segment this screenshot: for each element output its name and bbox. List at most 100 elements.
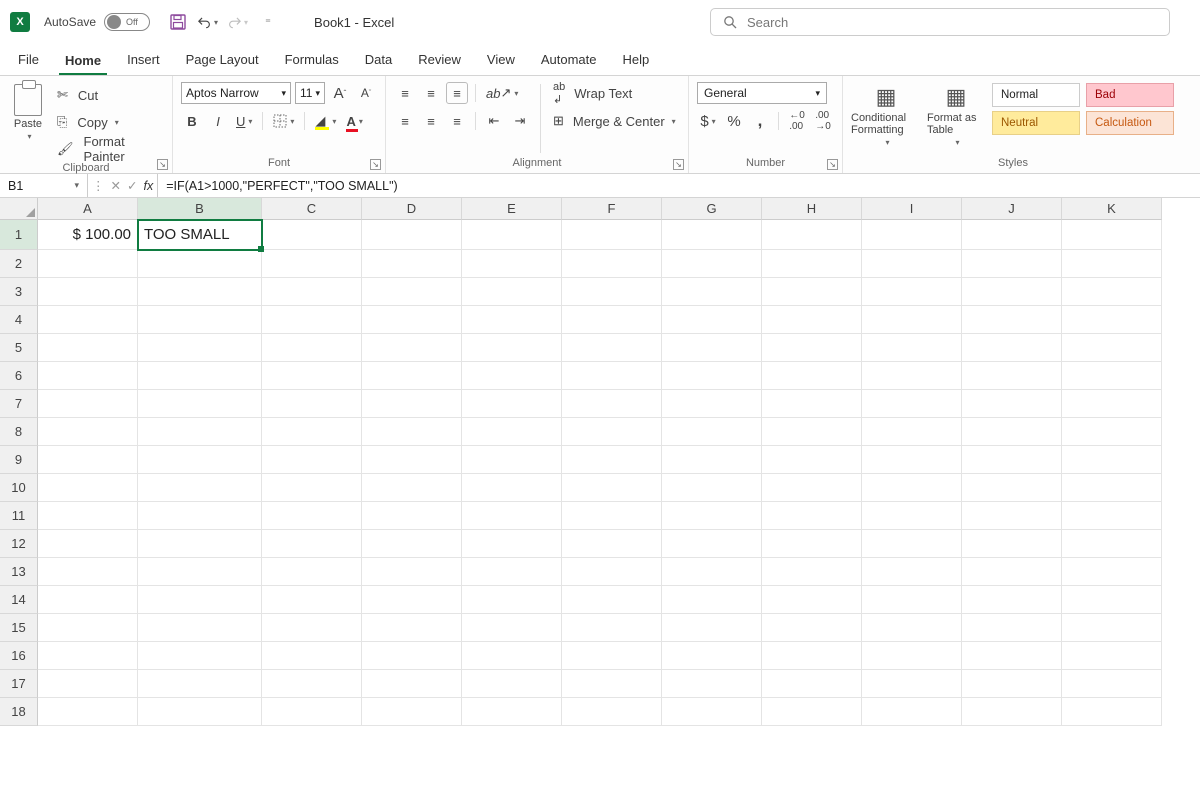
cell-B18[interactable] (138, 698, 262, 726)
cell-K15[interactable] (1062, 614, 1162, 642)
cell-H8[interactable] (762, 418, 862, 446)
bold-button[interactable]: B (181, 110, 203, 132)
cell-J2[interactable] (962, 250, 1062, 278)
col-head-F[interactable]: F (562, 198, 662, 220)
cell-D3[interactable] (362, 278, 462, 306)
cell-I10[interactable] (862, 474, 962, 502)
cell-F7[interactable] (562, 390, 662, 418)
cell-I18[interactable] (862, 698, 962, 726)
cell-J6[interactable] (962, 362, 1062, 390)
cell-A6[interactable] (38, 362, 138, 390)
cell-I13[interactable] (862, 558, 962, 586)
cell-K11[interactable] (1062, 502, 1162, 530)
cell-A5[interactable] (38, 334, 138, 362)
alignment-launcher[interactable]: ↘ (673, 159, 684, 170)
cell-E8[interactable] (462, 418, 562, 446)
cell-G8[interactable] (662, 418, 762, 446)
font-launcher[interactable]: ↘ (370, 159, 381, 170)
cell-H6[interactable] (762, 362, 862, 390)
cell-I4[interactable] (862, 306, 962, 334)
cell-J15[interactable] (962, 614, 1062, 642)
cell-C18[interactable] (262, 698, 362, 726)
cell-D6[interactable] (362, 362, 462, 390)
row-head-9[interactable]: 9 (0, 446, 38, 474)
cell-H1[interactable] (762, 220, 862, 250)
cell-A7[interactable] (38, 390, 138, 418)
col-head-B[interactable]: B (138, 198, 262, 220)
cell-J11[interactable] (962, 502, 1062, 530)
cell-H7[interactable] (762, 390, 862, 418)
cell-H18[interactable] (762, 698, 862, 726)
cell-H17[interactable] (762, 670, 862, 698)
cell-C2[interactable] (262, 250, 362, 278)
row-head-3[interactable]: 3 (0, 278, 38, 306)
cell-A3[interactable] (38, 278, 138, 306)
cell-F2[interactable] (562, 250, 662, 278)
cell-I14[interactable] (862, 586, 962, 614)
cell-A17[interactable] (38, 670, 138, 698)
cell-C8[interactable] (262, 418, 362, 446)
cell-A9[interactable] (38, 446, 138, 474)
col-head-I[interactable]: I (862, 198, 962, 220)
row-head-10[interactable]: 10 (0, 474, 38, 502)
font-color-button[interactable]: A (343, 110, 365, 132)
cell-G9[interactable] (662, 446, 762, 474)
select-all-corner[interactable] (0, 198, 38, 220)
fx-button[interactable]: fx (143, 179, 153, 193)
cell-C12[interactable] (262, 530, 362, 558)
cell-F1[interactable] (562, 220, 662, 250)
cell-J17[interactable] (962, 670, 1062, 698)
cell-H3[interactable] (762, 278, 862, 306)
merge-center-button[interactable]: ⊞ Merge & Center (550, 110, 680, 132)
cell-K1[interactable] (1062, 220, 1162, 250)
col-head-E[interactable]: E (462, 198, 562, 220)
cell-J10[interactable] (962, 474, 1062, 502)
cell-I15[interactable] (862, 614, 962, 642)
cell-G18[interactable] (662, 698, 762, 726)
align-left-button[interactable]: ≡ (394, 110, 416, 132)
cell-G14[interactable] (662, 586, 762, 614)
cell-D2[interactable] (362, 250, 462, 278)
cell-A14[interactable] (38, 586, 138, 614)
row-head-13[interactable]: 13 (0, 558, 38, 586)
cell-E12[interactable] (462, 530, 562, 558)
col-head-J[interactable]: J (962, 198, 1062, 220)
cell-C9[interactable] (262, 446, 362, 474)
cell-B5[interactable] (138, 334, 262, 362)
row-head-14[interactable]: 14 (0, 586, 38, 614)
copy-button[interactable]: ⎘ Copy (54, 111, 154, 133)
fill-color-button[interactable]: ◢ (312, 110, 339, 132)
row-head-1[interactable]: 1 (0, 220, 38, 250)
cell-E9[interactable] (462, 446, 562, 474)
cell-G3[interactable] (662, 278, 762, 306)
cell-D7[interactable] (362, 390, 462, 418)
cell-J3[interactable] (962, 278, 1062, 306)
align-bottom-button[interactable]: ≡ (446, 82, 468, 104)
cell-K17[interactable] (1062, 670, 1162, 698)
cell-F18[interactable] (562, 698, 662, 726)
tab-formulas[interactable]: Formulas (279, 46, 345, 75)
cell-A15[interactable] (38, 614, 138, 642)
underline-button[interactable]: U (233, 110, 255, 132)
cell-K4[interactable] (1062, 306, 1162, 334)
cell-B4[interactable] (138, 306, 262, 334)
cell-I17[interactable] (862, 670, 962, 698)
cell-E3[interactable] (462, 278, 562, 306)
cell-E7[interactable] (462, 390, 562, 418)
style-normal[interactable]: Normal (992, 83, 1080, 107)
row-head-5[interactable]: 5 (0, 334, 38, 362)
cell-A12[interactable] (38, 530, 138, 558)
cell-B8[interactable] (138, 418, 262, 446)
row-head-17[interactable]: 17 (0, 670, 38, 698)
cell-G4[interactable] (662, 306, 762, 334)
cell-F8[interactable] (562, 418, 662, 446)
cell-H11[interactable] (762, 502, 862, 530)
cell-C5[interactable] (262, 334, 362, 362)
cell-E1[interactable] (462, 220, 562, 250)
increase-indent-button[interactable]: ⇥ (509, 110, 531, 132)
cell-H16[interactable] (762, 642, 862, 670)
cell-I7[interactable] (862, 390, 962, 418)
cell-K16[interactable] (1062, 642, 1162, 670)
format-as-table-button[interactable]: ▦ Format as Table (927, 82, 985, 147)
cell-K3[interactable] (1062, 278, 1162, 306)
